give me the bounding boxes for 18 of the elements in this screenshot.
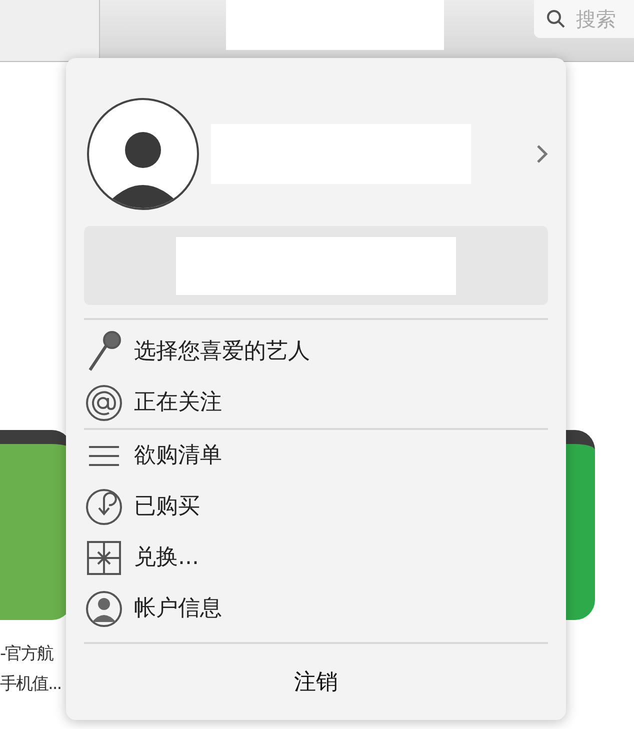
app-title: 手机值... (0, 673, 62, 696)
menu-item[interactable]: 选择您喜爱的艺人 (84, 326, 548, 377)
user-circle-icon (85, 590, 123, 628)
download-circle-icon (85, 488, 123, 526)
sign-out-button[interactable]: 注销 (278, 662, 354, 702)
menu-item[interactable]: 兑换... (84, 532, 548, 583)
search-icon (546, 9, 566, 29)
at-sign-icon (85, 384, 123, 422)
menu-item[interactable]: 已购买 (84, 481, 548, 532)
menu-item[interactable]: 欲购清单 (84, 430, 548, 481)
list-icon (87, 444, 121, 468)
chevron-right-icon[interactable] (536, 144, 548, 164)
gift-icon (86, 540, 122, 576)
menu-item[interactable]: 正在关注 (84, 377, 548, 428)
microphone-icon (86, 330, 122, 374)
search-field[interactable]: 搜索 (534, 0, 634, 38)
app-title: -官方航 (0, 643, 54, 666)
menu-item[interactable]: 帐户信息 (84, 583, 548, 634)
